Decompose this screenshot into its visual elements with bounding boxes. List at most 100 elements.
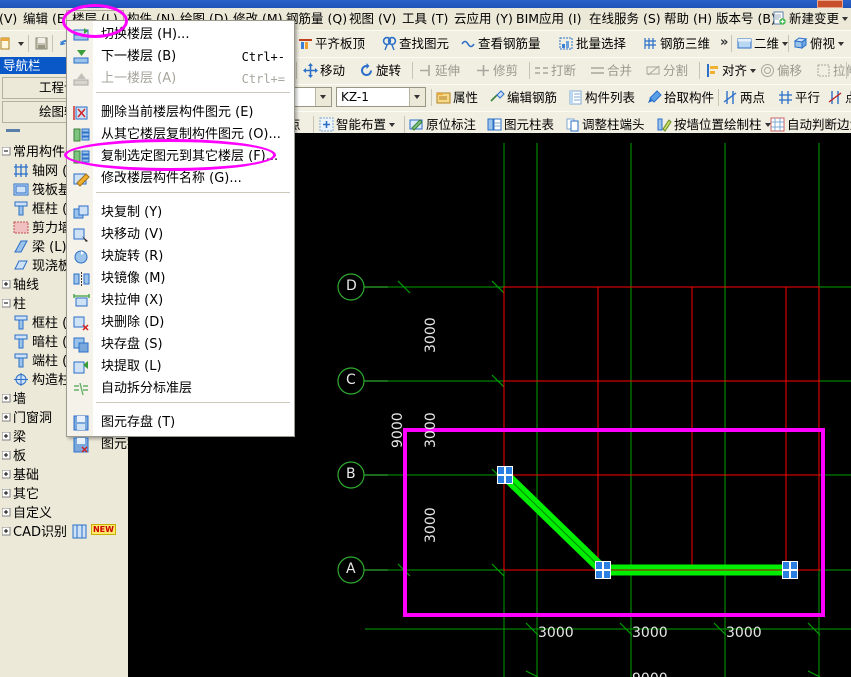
menu-option-block-rotate[interactable]: 块旋转 (R) <box>68 246 293 268</box>
menu-item-help[interactable]: 帮助 (H) <box>659 10 717 28</box>
toolbar4-label-2: 原位标注 <box>426 117 477 132</box>
trim-button[interactable]: 修剪 <box>474 60 520 81</box>
view-mode-button[interactable]: 二维 <box>735 33 790 54</box>
in-situ-annotation-button[interactable]: 原位标注 <box>407 114 478 135</box>
toolbar1-label-1: 查找图元 <box>399 36 450 51</box>
move-button[interactable]: 移动 <box>301 60 347 81</box>
adjust-column-end-button[interactable]: 调整柱端头 <box>563 114 647 135</box>
pick-component-button[interactable]: 拾取构件 <box>645 87 716 108</box>
quick-new-button[interactable] <box>0 33 26 54</box>
tree-group-axis[interactable]: 轴线 <box>1 276 39 295</box>
tree-group-column[interactable]: 柱 <box>1 295 26 314</box>
two-point-button[interactable]: 两点 <box>721 87 767 108</box>
expander-plus-icon[interactable] <box>1 390 11 403</box>
tree-group-slab[interactable]: 板 <box>1 447 26 466</box>
menu-option-element-extract[interactable]: 图元提取 (U) <box>68 434 293 456</box>
menu-item-version[interactable]: 版本号 (B) <box>711 10 781 28</box>
menu-option-block-extract[interactable]: 块提取 (L) <box>68 356 293 378</box>
menu-option-block-stretch[interactable]: 块拉伸 (X) <box>68 290 293 312</box>
tree-group-cad-recognition[interactable]: CAD识别 NEW <box>1 523 116 542</box>
tree-group-foundation[interactable]: 基础 <box>1 466 39 485</box>
menu-option-delete-floor-elements[interactable]: 删除当前楼层构件图元 (E) <box>68 102 293 124</box>
auto-judge-corner-button[interactable]: 自动判断边角柱 <box>768 114 851 135</box>
menu-item-bim[interactable]: BIM应用 (I) <box>511 10 586 28</box>
tree-group-wall[interactable]: 墙 <box>1 390 26 409</box>
element-column-table-button[interactable]: 图元柱表 <box>485 114 556 135</box>
expander-plus-icon[interactable] <box>1 276 11 289</box>
chevron-down-icon[interactable] <box>750 69 757 73</box>
menu-option-block-move[interactable]: 块移动 (V) <box>68 224 293 246</box>
rebar-3d-button[interactable]: 钢筋三维 <box>641 33 712 54</box>
tree-group-beam[interactable]: 梁 <box>1 428 26 447</box>
draw-column-by-wall-button[interactable]: 按墙位置绘制柱 <box>655 114 773 135</box>
chevron-down-icon[interactable] <box>315 88 331 106</box>
expander-plus-icon[interactable] <box>1 409 11 422</box>
menu-option-rename-floor-component[interactable]: 修改楼层构件名称 (G)... <box>68 168 293 190</box>
tree-group-door-window[interactable]: 门窗洞 <box>1 409 53 428</box>
chevron-down-icon[interactable] <box>389 123 396 127</box>
menu-option-copy-selected-to-other-floor[interactable]: 复制选定图元到其它楼层 (F)... <box>68 146 293 168</box>
tree-group-other[interactable]: 其它 <box>1 485 39 504</box>
menu-option-block-save[interactable]: 块存盘 (S) <box>68 334 293 356</box>
element-extract-icon <box>73 437 90 453</box>
expander-plus-icon[interactable] <box>1 523 11 536</box>
expander-plus-icon[interactable] <box>1 428 11 441</box>
menu-item-cloud[interactable]: 云应用 (Y) <box>449 10 518 28</box>
auto-judge-corner-icon <box>770 117 785 132</box>
split-button[interactable]: 分割 <box>644 60 690 81</box>
expander-plus-icon[interactable] <box>1 466 11 479</box>
component-list-button[interactable]: 构件列表 <box>566 87 637 108</box>
expander-plus-icon[interactable] <box>1 504 11 517</box>
toolbar-overflow-button[interactable]: » <box>720 35 728 50</box>
align-button[interactable]: 对齐 <box>703 60 758 81</box>
rotate-button[interactable]: 旋转 <box>357 60 403 81</box>
nav-splitter[interactable] <box>6 129 20 132</box>
parallel-button[interactable]: 平行 <box>776 87 822 108</box>
toolbar2-label-0: 移动 <box>320 63 346 78</box>
chevron-down-icon[interactable] <box>838 42 845 46</box>
menu-option-block-mirror[interactable]: 块镜像 (M) <box>68 268 293 290</box>
smart-layout-button[interactable]: 智能布置 <box>317 114 397 135</box>
tree-item-beam[interactable]: 梁 (L) <box>13 238 67 257</box>
point-angle-button[interactable]: 点角 <box>826 87 851 108</box>
find-element-button[interactable]: 查找图元 <box>380 33 451 54</box>
property-button[interactable]: 属性 <box>434 87 480 108</box>
menu-option-copy-from-other-floor[interactable]: 从其它楼层复制构件图元 (O)... <box>68 124 293 146</box>
chevron-down-icon[interactable] <box>409 88 425 106</box>
expander-plus-icon[interactable] <box>1 485 11 498</box>
break-button[interactable]: 打断 <box>532 60 578 81</box>
window-close-button[interactable] <box>817 0 843 8</box>
menu-option-switch-floor[interactable]: 切换楼层 (H)... <box>68 24 293 46</box>
block-copy-icon <box>73 205 90 221</box>
menu-item-online-service[interactable]: 在线服务 (S) <box>584 10 666 28</box>
offset-button[interactable]: 偏移 <box>758 60 804 81</box>
menu-option-next-floor[interactable]: 下一楼层 (B) Ctrl+- <box>68 46 293 68</box>
menu-option-prev-floor[interactable]: 上一楼层 (A) Ctrl+= <box>68 68 293 90</box>
chevron-down-icon[interactable] <box>18 42 24 46</box>
floor-dropdown-menu[interactable]: 切换楼层 (H)... 下一楼层 (B) Ctrl+- 上一楼层 (A) Ctr… <box>66 20 295 453</box>
batch-select-button[interactable]: 批量选择 <box>557 33 628 54</box>
menu-option-block-delete[interactable]: 块删除 (D) <box>68 312 293 334</box>
quick-save-button[interactable] <box>32 33 53 54</box>
edit-rebar-button[interactable]: 编辑钢筋 <box>488 87 559 108</box>
menu-option-auto-split-standard-floor[interactable]: 自动拆分标准层 <box>68 378 293 400</box>
menu-option-block-copy[interactable]: 块复制 (Y) <box>68 202 293 224</box>
expander-minus-icon[interactable] <box>1 295 11 308</box>
merge-button[interactable]: 合并 <box>588 60 634 81</box>
align-slab-top-button[interactable]: 平齐板顶 <box>296 33 367 54</box>
floor-select[interactable] <box>290 87 332 107</box>
component-select[interactable]: KZ-1 <box>336 87 426 107</box>
view-dir-button[interactable]: 俯视 <box>791 33 846 54</box>
tree-group-custom[interactable]: 自定义 <box>1 504 52 523</box>
tree-label: 门窗洞 <box>13 411 53 426</box>
menu-item-tools[interactable]: 工具 (T) <box>397 10 453 28</box>
menu-option-label: 切换楼层 (H)... <box>101 27 190 42</box>
new-change-button[interactable]: 新建变更 <box>772 10 849 28</box>
expander-minus-icon[interactable] <box>1 143 11 156</box>
chevron-down-icon[interactable] <box>842 17 849 21</box>
expander-plus-icon[interactable] <box>1 447 11 460</box>
extend-button[interactable]: 延伸 <box>416 60 462 81</box>
menu-option-element-save[interactable]: 图元存盘 (T) <box>68 412 293 434</box>
menu-item-view[interactable]: 视图 (V) <box>344 10 401 28</box>
view-rebar-qty-button[interactable]: 查看钢筋量 <box>459 33 543 54</box>
